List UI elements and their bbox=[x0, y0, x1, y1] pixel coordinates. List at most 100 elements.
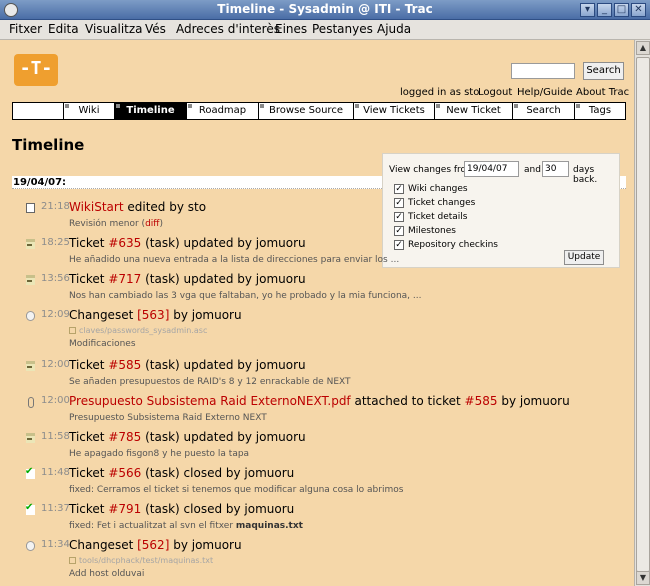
menu-pestanyes[interactable]: Pestanyes bbox=[312, 22, 373, 36]
nav-tab-wiki[interactable]: Wiki bbox=[63, 103, 114, 119]
menu-eines[interactable]: Eines bbox=[275, 22, 307, 36]
event-title: Changeset [563] by jomuoru bbox=[69, 308, 242, 322]
ticket-link[interactable]: #791 bbox=[108, 502, 141, 516]
page-title: Timeline bbox=[12, 136, 85, 154]
help-guide-link[interactable]: Help/Guide bbox=[517, 87, 573, 98]
scroll-down-icon[interactable]: ▼ bbox=[636, 571, 650, 585]
ticket-link[interactable]: #717 bbox=[108, 272, 141, 286]
window-close-button[interactable]: ✕ bbox=[631, 3, 646, 17]
wiki-page-link[interactable]: WikiStart bbox=[69, 200, 124, 214]
filename-text: maquinas.txt bbox=[235, 521, 303, 531]
nav-tab-browse-source[interactable]: Browse Source bbox=[258, 103, 353, 119]
event-description: fixed: Cerramos el ticket si tenemos que… bbox=[69, 485, 404, 495]
event-description-text: ) bbox=[159, 219, 163, 229]
event-time: 11:48 bbox=[41, 467, 70, 478]
diff-link[interactable]: diff bbox=[145, 219, 159, 229]
and-label: and bbox=[524, 165, 541, 175]
nav-tab-timeline[interactable]: Timeline bbox=[114, 103, 186, 119]
event-title: Ticket #717 (task) updated by jomuoru bbox=[69, 272, 306, 286]
filter-repository-checkins[interactable]: ✓ Repository checkins bbox=[394, 239, 498, 251]
event-description: Presupuesto Subsistema Raid Externo NEXT bbox=[69, 413, 267, 423]
main-nav: Wiki Timeline Roadmap Browse Source View… bbox=[12, 102, 626, 120]
scrollbar-thumb[interactable] bbox=[636, 57, 650, 572]
event-time: 13:56 bbox=[41, 273, 70, 284]
ticket-link[interactable]: #585 bbox=[108, 358, 141, 372]
ticket-link[interactable]: #635 bbox=[108, 236, 141, 250]
menu-ajuda[interactable]: Ajuda bbox=[377, 22, 411, 36]
changed-file-path[interactable]: claves/passwords_sysadmin.asc bbox=[79, 326, 207, 335]
filter-ticket-changes[interactable]: ✓ Ticket changes bbox=[394, 197, 475, 209]
scroll-up-icon[interactable]: ▲ bbox=[636, 41, 650, 55]
ticket-closed-icon bbox=[25, 466, 35, 479]
trac-logo[interactable]: -T- bbox=[14, 54, 58, 86]
nav-tab-roadmap[interactable]: Roadmap bbox=[186, 103, 258, 119]
filter-ticket-details[interactable]: ✓ Ticket details bbox=[394, 211, 467, 223]
event-title-text: attached to ticket bbox=[350, 394, 465, 408]
ticket-icon bbox=[26, 433, 35, 443]
changed-file: tools/dhcphack/test/maquinas.txt bbox=[69, 556, 213, 565]
nav-tab-search[interactable]: Search bbox=[512, 103, 574, 119]
changeset-icon bbox=[26, 541, 35, 551]
event-time: 12:09 bbox=[41, 309, 70, 320]
checkbox-checked-icon[interactable]: ✓ bbox=[394, 197, 404, 208]
logo-text: -T- bbox=[19, 58, 53, 79]
checkbox-checked-icon[interactable]: ✓ bbox=[394, 183, 404, 194]
ticket-link[interactable]: #585 bbox=[465, 394, 498, 408]
checkbox-checked-icon[interactable]: ✓ bbox=[394, 239, 404, 250]
nav-tab-corner-icon bbox=[576, 104, 580, 108]
event-description-text: Revisión menor ( bbox=[69, 219, 146, 229]
checkbox-checked-icon[interactable]: ✓ bbox=[394, 211, 404, 222]
changed-file-path[interactable]: tools/dhcphack/test/maquinas.txt bbox=[79, 556, 213, 565]
window-maximize-button[interactable]: □ bbox=[614, 3, 629, 17]
window-shade-button[interactable]: ▾ bbox=[580, 3, 595, 17]
changeset-link[interactable]: [563] bbox=[137, 308, 169, 322]
nav-tab-corner-icon bbox=[65, 104, 69, 108]
event-title-text: Ticket bbox=[69, 272, 109, 286]
ticket-icon bbox=[26, 239, 35, 249]
days-back-input[interactable]: 30 bbox=[542, 161, 569, 177]
nav-tab-new-ticket[interactable]: New Ticket bbox=[434, 103, 512, 119]
menu-fitxer[interactable]: Fitxer bbox=[9, 22, 42, 36]
checkbox-checked-icon[interactable]: ✓ bbox=[394, 225, 404, 236]
page-content: -T- Search logged in as sto Logout Help/… bbox=[0, 40, 634, 586]
header-search-button[interactable]: Search bbox=[583, 62, 624, 80]
attachment-link[interactable]: Presupuesto Subsistema Raid ExternoNEXT.… bbox=[69, 394, 351, 408]
event-time: 21:18 bbox=[41, 201, 70, 212]
changeset-link[interactable]: [562] bbox=[137, 538, 169, 552]
event-time: 11:34 bbox=[41, 539, 70, 550]
nav-tab-view-tickets[interactable]: View Tickets bbox=[353, 103, 434, 119]
changed-file: claves/passwords_sysadmin.asc bbox=[69, 326, 207, 335]
nav-tab-tags[interactable]: Tags bbox=[574, 103, 625, 119]
menu-ves[interactable]: Vés bbox=[145, 22, 166, 36]
menu-edita[interactable]: Edita bbox=[48, 22, 79, 36]
nav-tab-label: Timeline bbox=[126, 105, 175, 116]
ticket-icon bbox=[26, 361, 35, 371]
ticket-link[interactable]: #785 bbox=[108, 430, 141, 444]
event-time: 12:00 bbox=[41, 359, 70, 370]
window-minimize-button[interactable]: _ bbox=[597, 3, 612, 17]
event-title-text: Changeset bbox=[69, 308, 138, 322]
logout-link[interactable]: Logout bbox=[478, 87, 512, 98]
window-title: Timeline - Sysadmin @ ITI - Trac bbox=[217, 2, 433, 16]
ticket-link[interactable]: #566 bbox=[108, 466, 141, 480]
event-title-text: (task) updated by jomuoru bbox=[141, 236, 306, 250]
filter-milestones[interactable]: ✓ Milestones bbox=[394, 225, 456, 237]
nav-tab-label: View Tickets bbox=[363, 105, 425, 116]
event-description: Se añaden presupuestos de RAID's 8 y 12 … bbox=[69, 377, 351, 387]
event-time: 12:00 bbox=[41, 395, 70, 406]
filter-wiki-changes[interactable]: ✓ Wiki changes bbox=[394, 183, 468, 195]
timeline-prefs-form: View changes from 19/04/07 and 30 days b… bbox=[382, 153, 620, 268]
from-date-input[interactable]: 19/04/07 bbox=[464, 161, 519, 177]
event-time: 11:37 bbox=[41, 503, 70, 514]
event-title-text: edited by sto bbox=[123, 200, 207, 214]
vertical-scrollbar[interactable]: ▲ ▼ bbox=[634, 40, 650, 586]
event-description-text: fixed: Fet i actualitzat al svn el fitxe… bbox=[69, 521, 236, 531]
file-icon bbox=[69, 327, 76, 334]
header-search-input[interactable] bbox=[511, 63, 575, 79]
event-title-text: Ticket bbox=[69, 430, 109, 444]
menu-visualitza[interactable]: Visualitza bbox=[85, 22, 143, 36]
nav-tab-blank[interactable] bbox=[13, 103, 63, 119]
menu-adreces[interactable]: Adreces d'interès bbox=[176, 22, 280, 36]
about-trac-link[interactable]: About Trac bbox=[576, 87, 629, 98]
update-button[interactable]: Update bbox=[564, 250, 604, 265]
